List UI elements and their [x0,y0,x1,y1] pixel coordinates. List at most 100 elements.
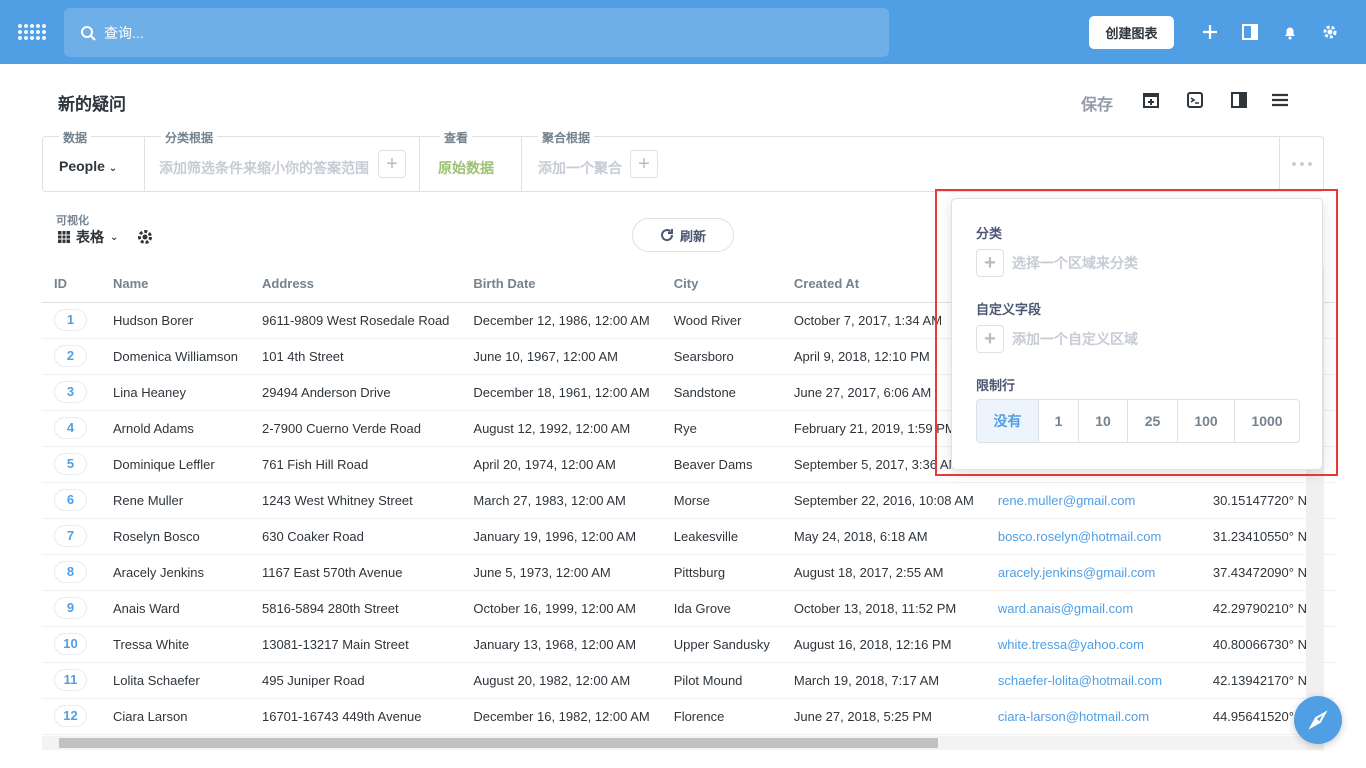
table-cell[interactable]: Morse [661,482,782,519]
table-cell[interactable]: bosco.roselyn@hotmail.com [985,518,1201,555]
row-id-pill[interactable]: 4 [54,417,87,439]
table-cell[interactable]: 10 [42,626,101,663]
notebook-editor-icon[interactable] [1229,90,1249,110]
notebook-icon[interactable] [1240,22,1260,42]
table-cell[interactable]: 1243 West Whitney Street [249,482,462,519]
table-cell[interactable]: Lolita Schaefer [101,662,250,699]
refresh-button[interactable]: 刷新 [632,218,734,252]
scrollbar-thumb[interactable] [59,738,938,748]
table-cell[interactable]: Florence [661,698,782,735]
table-cell[interactable]: Roselyn Bosco [101,518,250,555]
table-cell[interactable]: Beaver Dams [661,446,782,483]
column-header[interactable]: Name [101,266,250,303]
table-cell[interactable]: 12 [42,698,101,735]
table-cell[interactable]: 5 [42,446,101,483]
table-cell[interactable]: 5816-5894 280th Street [249,590,462,627]
email-link[interactable]: aracely.jenkins@gmail.com [998,565,1155,580]
row-id-pill[interactable]: 10 [54,633,87,655]
table-cell[interactable]: 16701-16743 449th Avenue [249,698,462,735]
email-link[interactable]: schaefer-lolita@hotmail.com [998,673,1162,688]
row-id-pill[interactable]: 11 [54,669,87,691]
row-id-pill[interactable]: 1 [54,309,87,331]
email-link[interactable]: bosco.roselyn@hotmail.com [998,529,1161,544]
menu-icon[interactable] [1270,90,1290,110]
visualization-type-select[interactable]: 表格 ⌄ [58,227,154,247]
table-cell[interactable]: June 5, 1973, 12:00 AM [461,554,662,591]
table-cell[interactable]: 630 Coaker Road [249,518,462,555]
table-cell[interactable]: Upper Sandusky [661,626,782,663]
add-filter-button[interactable]: + [378,150,406,178]
table-cell[interactable]: October 13, 2018, 11:52 PM [781,590,986,627]
table-cell[interactable]: May 24, 2018, 6:18 AM [781,518,986,555]
table-row[interactable]: 8 Aracely Jenkins 1167 East 570th Avenue Ju… [42,554,1335,591]
table-cell[interactable]: Pittsburg [661,554,782,591]
table-cell[interactable]: August 12, 1992, 12:00 AM [461,410,662,447]
table-cell[interactable]: Ciara Larson [101,698,250,735]
table-cell[interactable]: 101 4th Street [249,338,462,375]
table-cell[interactable]: 1167 East 570th Avenue [249,554,462,591]
table-cell[interactable]: 6 [42,482,101,519]
row-id-pill[interactable]: 6 [54,489,87,511]
table-cell[interactable]: August 18, 2017, 2:55 AM [781,554,986,591]
table-row[interactable]: 9 Anais Ward 5816-5894 280th Street October… [42,590,1335,627]
add-aggregation-button[interactable]: + [630,150,658,178]
bell-icon[interactable] [1280,22,1300,42]
table-cell[interactable]: April 20, 1974, 12:00 AM [461,446,662,483]
table-cell[interactable]: Lina Heaney [101,374,250,411]
email-link[interactable]: ward.anais@gmail.com [998,601,1133,616]
table-cell[interactable]: ciara-larson@hotmail.com [985,698,1201,735]
table-cell[interactable]: Arnold Adams [101,410,250,447]
row-id-pill[interactable]: 9 [54,597,87,619]
table-cell[interactable]: 3 [42,374,101,411]
table-cell[interactable]: white.tressa@yahoo.com [985,626,1201,663]
row-id-pill[interactable]: 8 [54,561,87,583]
sql-icon[interactable] [1185,90,1205,110]
table-cell[interactable]: 4 [42,410,101,447]
table-cell[interactable]: Aracely Jenkins [101,554,250,591]
create-chart-button[interactable]: 创建图表 [1089,16,1174,49]
table-cell[interactable]: 2-7900 Cuerno Verde Road [249,410,462,447]
table-row[interactable]: 7 Roselyn Bosco 630 Coaker Road January 19,… [42,518,1335,555]
table-row[interactable]: 6 Rene Muller 1243 West Whitney Street Marc… [42,482,1335,519]
email-link[interactable]: rene.muller@gmail.com [998,493,1135,508]
column-header[interactable]: ID [42,266,101,303]
table-cell[interactable]: schaefer-lolita@hotmail.com [985,662,1201,699]
table-cell[interactable]: October 16, 1999, 12:00 AM [461,590,662,627]
gear-icon[interactable] [1320,22,1340,42]
table-cell[interactable]: Tressa White [101,626,250,663]
table-cell[interactable]: Sandstone [661,374,782,411]
row-id-pill[interactable]: 5 [54,453,87,475]
table-cell[interactable]: 29494 Anderson Drive [249,374,462,411]
table-cell[interactable]: 11 [42,662,101,699]
table-cell[interactable]: June 10, 1967, 12:00 AM [461,338,662,375]
table-cell[interactable]: Rye [661,410,782,447]
table-cell[interactable]: Wood River [661,302,782,339]
horizontal-scrollbar[interactable] [42,736,1306,750]
row-id-pill[interactable]: 7 [54,525,87,547]
table-cell[interactable]: December 12, 1986, 12:00 AM [461,302,662,339]
table-cell[interactable]: Dominique Leffler [101,446,250,483]
table-cell[interactable]: 7 [42,518,101,555]
settings-gear-icon[interactable] [136,228,154,246]
more-options-button[interactable] [1279,137,1324,191]
table-cell[interactable]: September 22, 2016, 10:08 AM [781,482,986,519]
table-cell[interactable]: January 19, 1996, 12:00 AM [461,518,662,555]
table-cell[interactable]: 13081-13217 Main Street [249,626,462,663]
column-header[interactable]: Birth Date [461,266,662,303]
table-cell[interactable]: Ida Grove [661,590,782,627]
compass-button[interactable] [1294,696,1342,744]
table-cell[interactable]: aracely.jenkins@gmail.com [985,554,1201,591]
row-id-pill[interactable]: 12 [54,705,87,727]
table-cell[interactable]: March 27, 1983, 12:00 AM [461,482,662,519]
table-cell[interactable]: 2 [42,338,101,375]
table-cell[interactable]: Searsboro [661,338,782,375]
table-cell[interactable]: Domenica Williamson [101,338,250,375]
table-cell[interactable]: December 16, 1982, 12:00 AM [461,698,662,735]
data-source-select[interactable]: People ⌄ [59,158,117,174]
metabase-logo-icon[interactable] [18,18,46,46]
table-cell[interactable]: March 19, 2018, 7:17 AM [781,662,986,699]
email-link[interactable]: ciara-larson@hotmail.com [998,709,1149,724]
table-cell[interactable]: August 16, 2018, 12:16 PM [781,626,986,663]
table-cell[interactable]: December 18, 1961, 12:00 AM [461,374,662,411]
table-cell[interactable]: ward.anais@gmail.com [985,590,1201,627]
